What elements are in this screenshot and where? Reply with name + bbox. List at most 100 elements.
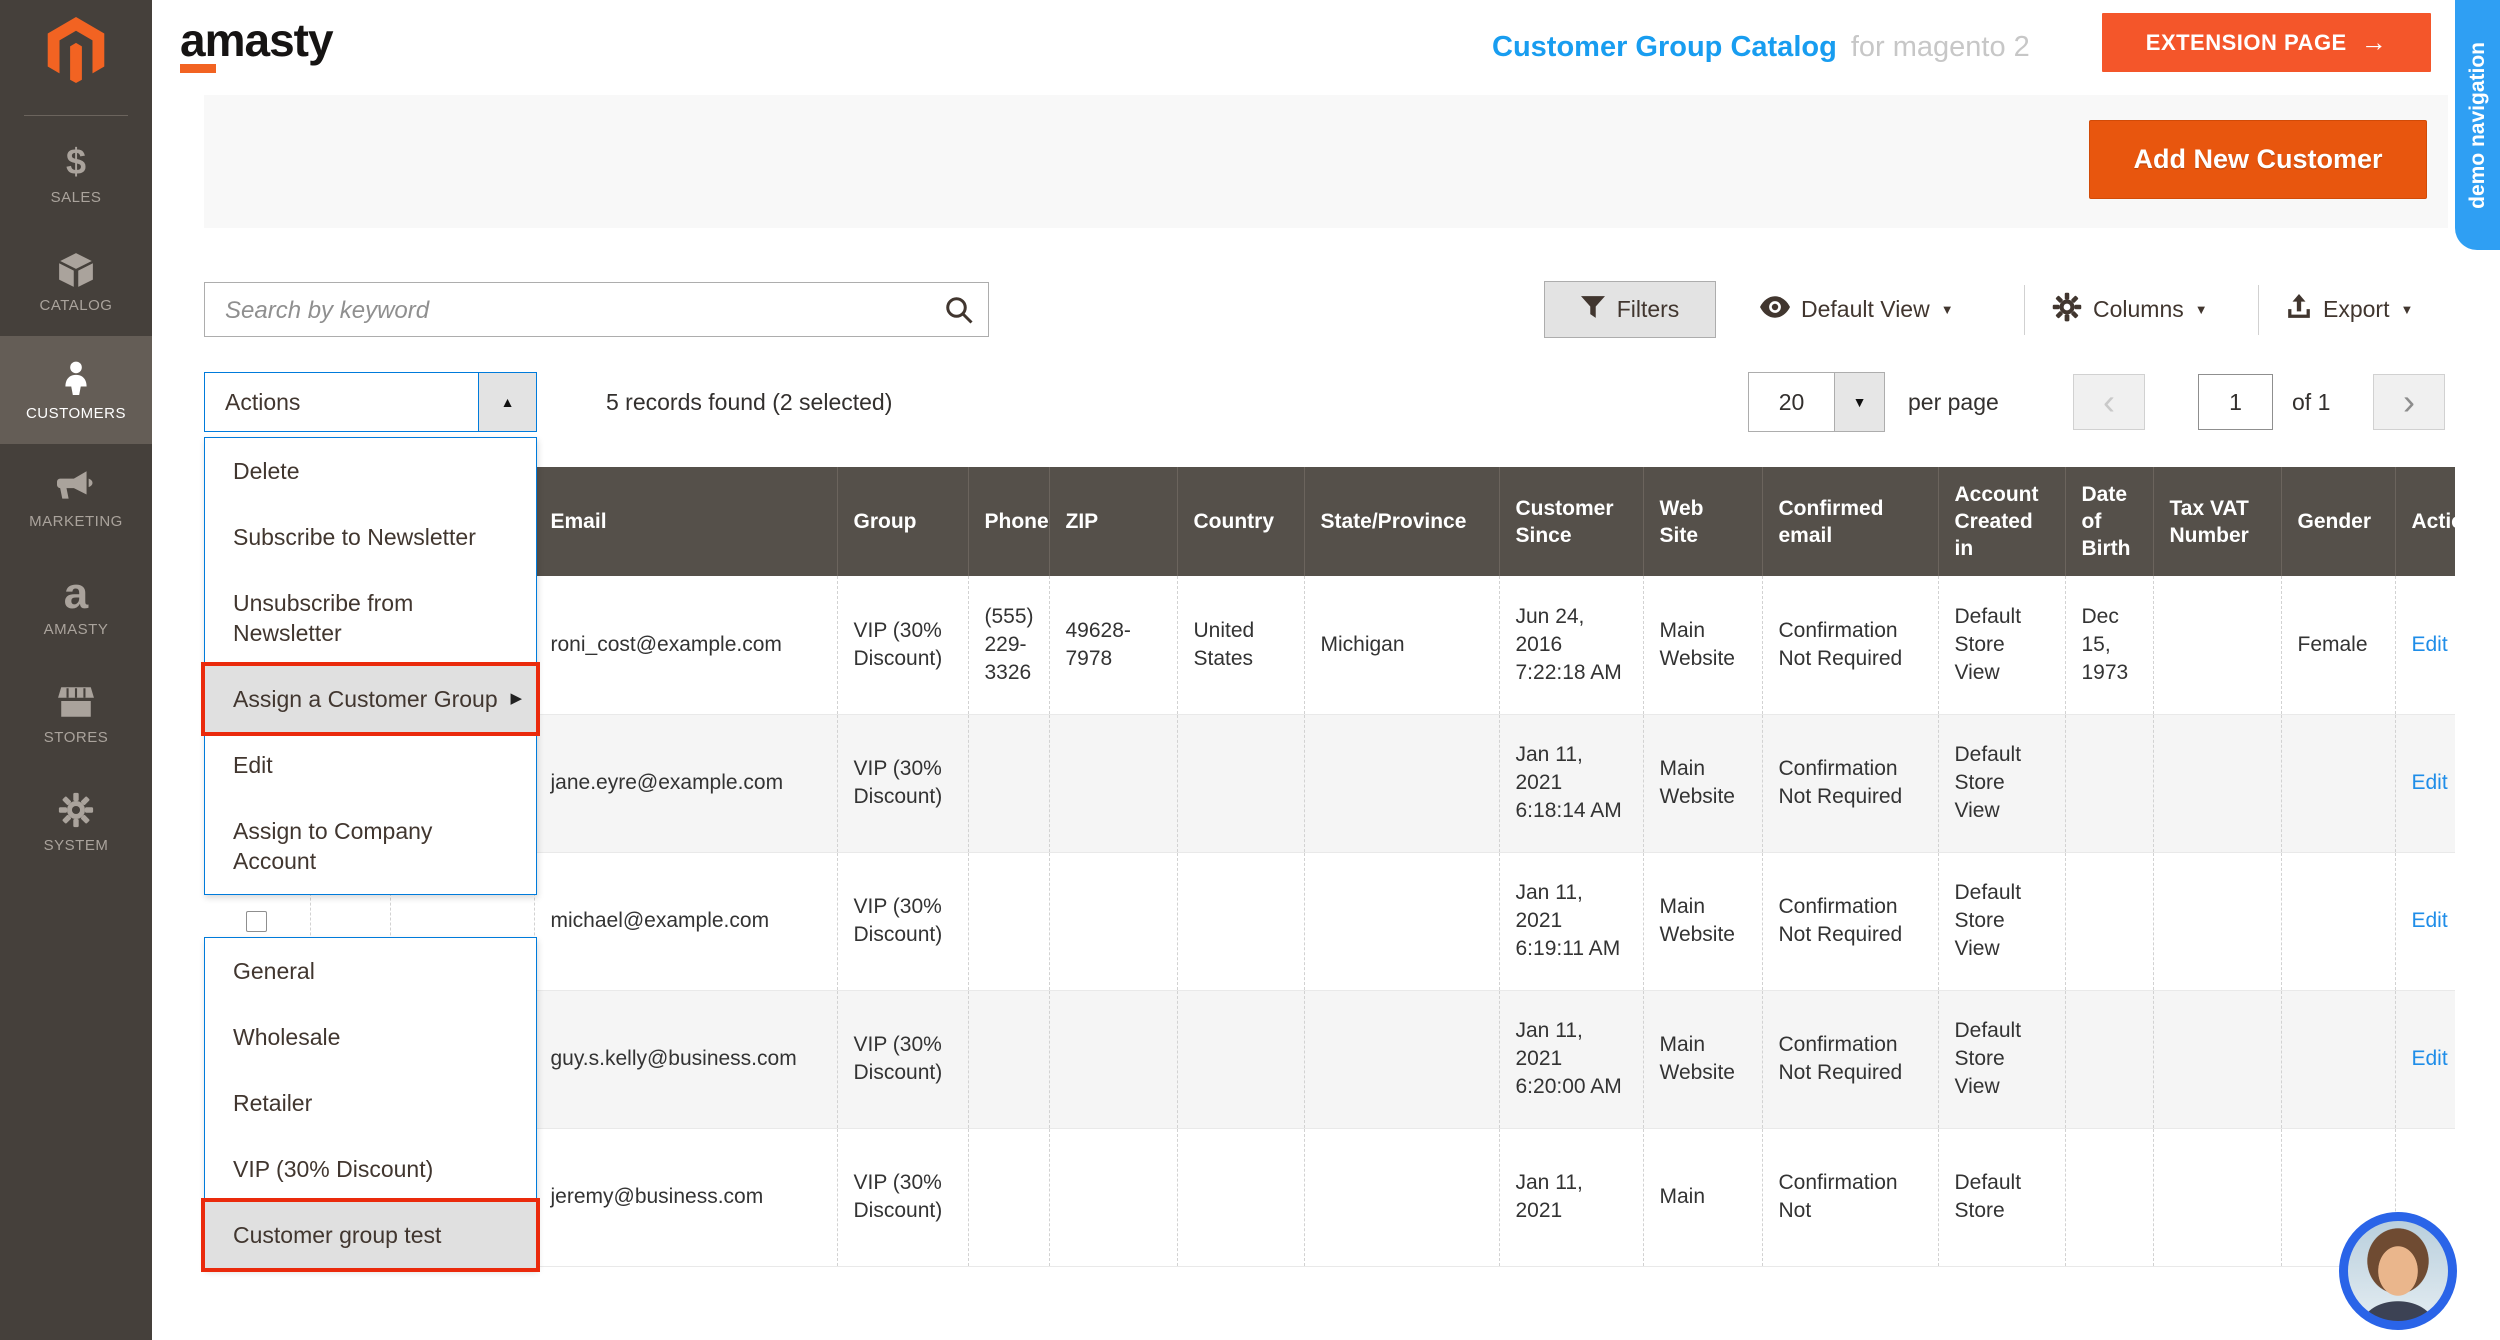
cell-confirmed: Confirmation Not Required <box>1762 852 1938 990</box>
sidebar-item-marketing[interactable]: MARKETING <box>0 444 152 552</box>
menu-item-assign-to-company-account[interactable]: Assign to Company Account <box>205 798 536 894</box>
column-header-phone[interactable]: Phone <box>968 467 1049 576</box>
cell-dob <box>2065 990 2153 1128</box>
cell-country: United States <box>1177 576 1304 714</box>
menu-item-unsubscribe-from-newsletter[interactable]: Unsubscribe from Newsletter <box>205 570 536 666</box>
group-option-wholesale[interactable]: Wholesale <box>205 1004 536 1070</box>
extension-page-button[interactable]: EXTENSION PAGE → <box>2102 13 2431 72</box>
search-input[interactable] <box>223 283 917 338</box>
group-option-vip-30-discount-[interactable]: VIP (30% Discount) <box>205 1136 536 1202</box>
cell-created_in: Default Store View <box>1938 714 2065 852</box>
cell-phone <box>968 990 1049 1128</box>
records-count: 5 records found (2 selected) <box>606 372 892 432</box>
column-header-group[interactable]: Group <box>837 467 968 576</box>
magento-logo[interactable] <box>0 0 152 105</box>
menu-item-edit[interactable]: Edit <box>205 732 536 798</box>
cell-confirmed: Confirmation Not <box>1762 1128 1938 1266</box>
group-option-retailer[interactable]: Retailer <box>205 1070 536 1136</box>
cell-email: jeremy@business.com <box>534 1128 837 1266</box>
cell-group: VIP (30% Discount) <box>837 990 968 1128</box>
cell-state <box>1304 714 1499 852</box>
page-number-input[interactable] <box>2198 374 2273 430</box>
cell-zip <box>1049 852 1177 990</box>
toolbar-divider <box>2258 285 2259 335</box>
page-subtitle: for magento 2 <box>1851 31 2030 64</box>
column-header-tax-vat-number[interactable]: Tax VAT Number <box>2153 467 2281 576</box>
cell-gender <box>2281 852 2395 990</box>
cell-dob <box>2065 852 2153 990</box>
sidebar-item-sales[interactable]: $SALES <box>0 120 152 228</box>
row-checkbox[interactable] <box>246 911 267 932</box>
amasty-logo-text: amasty <box>180 18 333 62</box>
cell-created_in: Default Store View <box>1938 990 2065 1128</box>
column-header-country[interactable]: Country <box>1177 467 1304 576</box>
eye-icon <box>1760 296 1790 324</box>
actions-label: Actions <box>205 389 478 416</box>
column-header-email[interactable]: Email <box>534 467 837 576</box>
column-header-action[interactable]: Action <box>2395 467 2455 576</box>
caret-up-icon[interactable]: ▲ <box>478 373 536 431</box>
export-control[interactable]: Export ▼ <box>2286 281 2413 338</box>
actions-dropdown[interactable]: Actions ▲ <box>204 372 537 432</box>
column-header-account-created-in[interactable]: Account Created in <box>1938 467 2065 576</box>
column-header-web-site[interactable]: Web Site <box>1643 467 1762 576</box>
sidebar-item-label: CATALOG <box>40 297 113 314</box>
sidebar-item-customers[interactable]: CUSTOMERS <box>0 336 152 444</box>
edit-link[interactable]: Edit <box>2412 633 2448 656</box>
sidebar-item-amasty[interactable]: aAMASTY <box>0 552 152 660</box>
stores-icon <box>57 682 95 722</box>
search-icon[interactable] <box>944 295 974 330</box>
cell-website: Main <box>1643 1128 1762 1266</box>
menu-item-subscribe-to-newsletter[interactable]: Subscribe to Newsletter <box>205 504 536 570</box>
cell-website: Main Website <box>1643 714 1762 852</box>
cell-website: Main Website <box>1643 852 1762 990</box>
chevron-left-icon: ‹ <box>2103 381 2115 423</box>
table-header-row: EmailGroupPhoneZIPCountryState/ProvinceC… <box>204 467 2455 576</box>
cell-since: Jan 11, 2021 <box>1499 1128 1643 1266</box>
next-page-button[interactable]: › <box>2373 374 2445 430</box>
column-header-zip[interactable]: ZIP <box>1049 467 1177 576</box>
amasty-logo[interactable]: amasty <box>180 18 333 73</box>
sidebar-item-catalog[interactable]: CATALOG <box>0 228 152 336</box>
toolbar-divider <box>2024 285 2025 335</box>
sidebar-divider <box>24 115 128 116</box>
group-option-customer-group-test[interactable]: Customer group test <box>205 1202 536 1268</box>
caret-down-icon: ▼ <box>1834 373 1884 431</box>
group-option-general[interactable]: General <box>205 938 536 1004</box>
edit-link[interactable]: Edit <box>2412 1047 2448 1070</box>
sidebar-item-label: STORES <box>44 729 108 746</box>
sidebar-item-stores[interactable]: STORES <box>0 660 152 768</box>
cell-tax <box>2153 852 2281 990</box>
chevron-down-icon: ▼ <box>2400 302 2413 317</box>
cell-group: VIP (30% Discount) <box>837 714 968 852</box>
chat-widget-avatar[interactable] <box>2339 1212 2457 1330</box>
admin-sidebar: $SALES CATALOG CUSTOMERSMARKETINGaAMASTY ST… <box>0 0 152 1340</box>
sidebar-item-label: SALES <box>51 189 102 206</box>
column-header-gender[interactable]: Gender <box>2281 467 2395 576</box>
demo-navigation-tab[interactable]: demo navigation <box>2455 0 2500 250</box>
previous-page-button[interactable]: ‹ <box>2073 374 2145 430</box>
cell-zip <box>1049 1128 1177 1266</box>
menu-item-assign-a-customer-group[interactable]: Assign a Customer Group▶ <box>205 666 536 732</box>
sidebar-item-system[interactable]: SYSTEM <box>0 768 152 876</box>
edit-link[interactable]: Edit <box>2412 909 2448 932</box>
per-page-select[interactable]: 20 ▼ <box>1748 372 1885 432</box>
columns-selector[interactable]: Columns ▼ <box>2052 281 2208 338</box>
view-selector[interactable]: Default View ▼ <box>1760 281 1954 338</box>
add-new-customer-button[interactable]: Add New Customer <box>2089 120 2427 199</box>
filters-button[interactable]: Filters <box>1544 281 1716 338</box>
cell-confirmed: Confirmation Not Required <box>1762 714 1938 852</box>
column-header-date-of-birth[interactable]: Date of Birth <box>2065 467 2153 576</box>
column-header-state-province[interactable]: State/Province <box>1304 467 1499 576</box>
cell-created_in: Default Store View <box>1938 852 2065 990</box>
edit-link[interactable]: Edit <box>2412 771 2448 794</box>
cell-created_in: Default Store <box>1938 1128 2065 1266</box>
chevron-down-icon: ▼ <box>1941 302 1954 317</box>
table-row: 5Jeremy Keithjeremy@business.comVIP (30%… <box>204 1128 2455 1266</box>
column-header-confirmed-email[interactable]: Confirmed email <box>1762 467 1938 576</box>
cell-phone <box>968 852 1049 990</box>
cell-state: Michigan <box>1304 576 1499 714</box>
menu-item-delete[interactable]: Delete <box>205 438 536 504</box>
cell-confirmed: Confirmation Not Required <box>1762 990 1938 1128</box>
column-header-customer-since[interactable]: Customer Since <box>1499 467 1643 576</box>
